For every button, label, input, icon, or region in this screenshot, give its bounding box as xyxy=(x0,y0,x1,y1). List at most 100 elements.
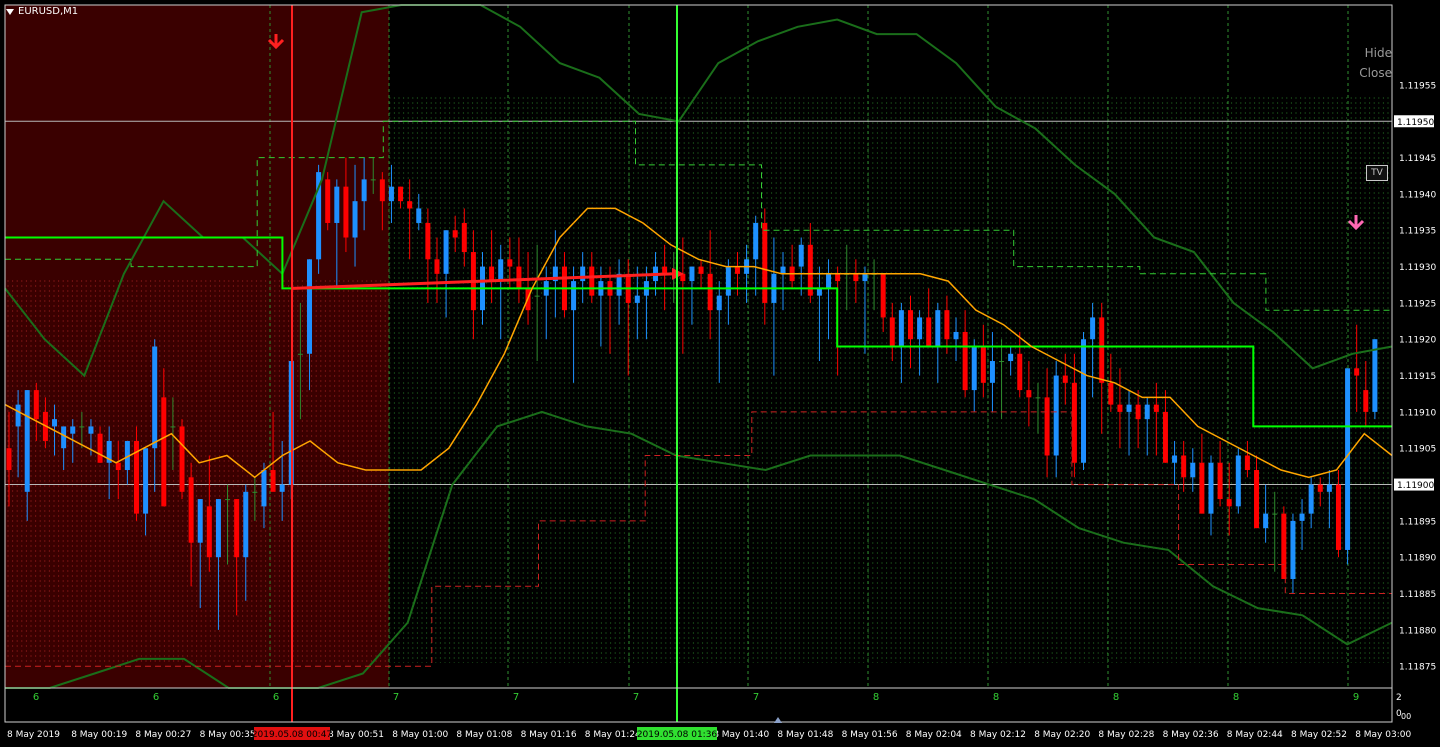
y-tick-label: 1.11885 xyxy=(1399,590,1436,600)
x-tick-label: 8 May 02:44 xyxy=(1227,730,1283,740)
sub-axis-label: 8 xyxy=(1233,692,1239,703)
price-chart[interactable]: 1.11955 1.11950 1.11945 1.11940 1.11935 1.119… xyxy=(0,0,1440,747)
candle-body xyxy=(388,186,394,202)
candle-body xyxy=(753,222,759,260)
sub-axis-label: 7 xyxy=(513,692,519,703)
candle-body xyxy=(498,259,504,282)
candle-body xyxy=(944,310,950,340)
candle-body xyxy=(252,491,258,493)
y-tick-label: 1.11905 xyxy=(1399,445,1436,455)
x-tick-label: 8 May 02:52 xyxy=(1291,730,1347,740)
x-tick-label: 8 May 00:51 xyxy=(328,730,384,740)
candle-body xyxy=(953,331,959,340)
candle-body xyxy=(1117,404,1123,412)
candle-body xyxy=(1017,353,1023,391)
chevron-down-icon[interactable] xyxy=(6,8,14,15)
candle-body xyxy=(489,266,495,282)
close-button[interactable]: Close xyxy=(1359,66,1392,80)
candle-body xyxy=(261,470,267,507)
candle-body xyxy=(999,361,1005,363)
candle-body xyxy=(762,222,768,303)
candle-body xyxy=(689,266,695,282)
x-tick-label: 8 May 01:00 xyxy=(392,730,448,740)
candle-body xyxy=(234,499,240,558)
candle-body xyxy=(1081,339,1087,463)
candle-body xyxy=(1135,404,1141,420)
x-tick-label: 8 May 01:24 xyxy=(585,730,641,740)
hide-button[interactable]: Hide xyxy=(1365,46,1392,60)
candle-body xyxy=(343,186,349,238)
candle-body xyxy=(52,419,58,427)
candle-body xyxy=(1254,470,1260,529)
candle-body xyxy=(1044,397,1050,456)
candle-body xyxy=(206,506,212,558)
candle-body xyxy=(416,208,422,223)
sub-axis-scale-label: 2 xyxy=(1396,693,1402,703)
y-tick-label: 1.11875 xyxy=(1399,663,1436,673)
candle-body xyxy=(143,448,149,514)
candle-body xyxy=(161,397,167,507)
candle-body xyxy=(926,317,932,347)
candle-body xyxy=(325,179,331,223)
candle-body xyxy=(425,222,431,260)
candle-body xyxy=(898,310,904,347)
sub-axis-label: 6 xyxy=(153,692,159,703)
y-tick-label: 1.11930 xyxy=(1399,263,1436,273)
candle-body xyxy=(6,448,12,471)
sub-axis-label: 6 xyxy=(33,692,39,703)
candle-body xyxy=(79,426,85,428)
candle-body xyxy=(461,222,467,253)
candle-body xyxy=(880,273,886,318)
candle-body xyxy=(1144,404,1150,420)
x-tick-label: 8 May 03:00 xyxy=(1355,730,1411,740)
candle-body xyxy=(734,266,740,274)
candle-body xyxy=(1290,520,1296,580)
candle-body xyxy=(1308,484,1314,514)
candle-body xyxy=(725,266,731,296)
y-tick-label: 1.11915 xyxy=(1399,372,1436,382)
candle-body xyxy=(370,179,376,181)
y-tick-label: 1.11920 xyxy=(1399,336,1436,346)
y-tick-label: 1.11925 xyxy=(1399,299,1436,309)
candle-body xyxy=(452,230,458,238)
candle-body xyxy=(170,426,176,428)
sub-axis-label: 8 xyxy=(873,692,879,703)
x-tick-label: 8 May 01:48 xyxy=(777,730,833,740)
x-tick-label: 8 May 01:08 xyxy=(456,730,512,740)
candle-body xyxy=(243,491,249,558)
candle-body xyxy=(97,433,103,463)
candle-body xyxy=(907,310,913,340)
y-tick-label: 1.11940 xyxy=(1399,190,1436,200)
candle-body xyxy=(816,288,822,296)
sub-axis-label: 8 xyxy=(1113,692,1119,703)
tv-badge[interactable]: TV xyxy=(1366,165,1388,181)
candle-body xyxy=(152,346,158,449)
candle-body xyxy=(707,273,713,311)
candle-body xyxy=(434,259,440,274)
candle-body xyxy=(398,186,404,202)
candle-body xyxy=(780,266,786,274)
candle-body xyxy=(516,266,522,289)
y-tick-label: 1.11950 xyxy=(1397,118,1434,128)
candle-body xyxy=(24,390,30,492)
sub-axis-scale-label: 00 xyxy=(1401,712,1411,721)
x-tick-label: 8 May 00:19 xyxy=(71,730,127,740)
candle-body xyxy=(334,186,340,223)
candle-body xyxy=(1181,455,1187,478)
candle-body xyxy=(962,331,968,391)
sub-axis-label: 6 xyxy=(273,692,279,703)
candle-body xyxy=(1026,390,1032,398)
candle-body xyxy=(634,295,640,303)
candle-body xyxy=(15,404,21,427)
candle-body xyxy=(1126,404,1132,412)
candle-body xyxy=(589,266,595,296)
candle-body xyxy=(361,179,367,202)
candle-body xyxy=(571,281,577,311)
symbol-title[interactable]: EURUSD,M1 xyxy=(6,6,78,17)
candle-body xyxy=(407,201,413,209)
y-tick-label: 1.11890 xyxy=(1399,554,1436,564)
symbol-label: EURUSD,M1 xyxy=(18,6,79,17)
candle-body xyxy=(1335,484,1341,550)
x-tick-label: 8 May 01:40 xyxy=(713,730,769,740)
candle-body xyxy=(971,346,977,391)
